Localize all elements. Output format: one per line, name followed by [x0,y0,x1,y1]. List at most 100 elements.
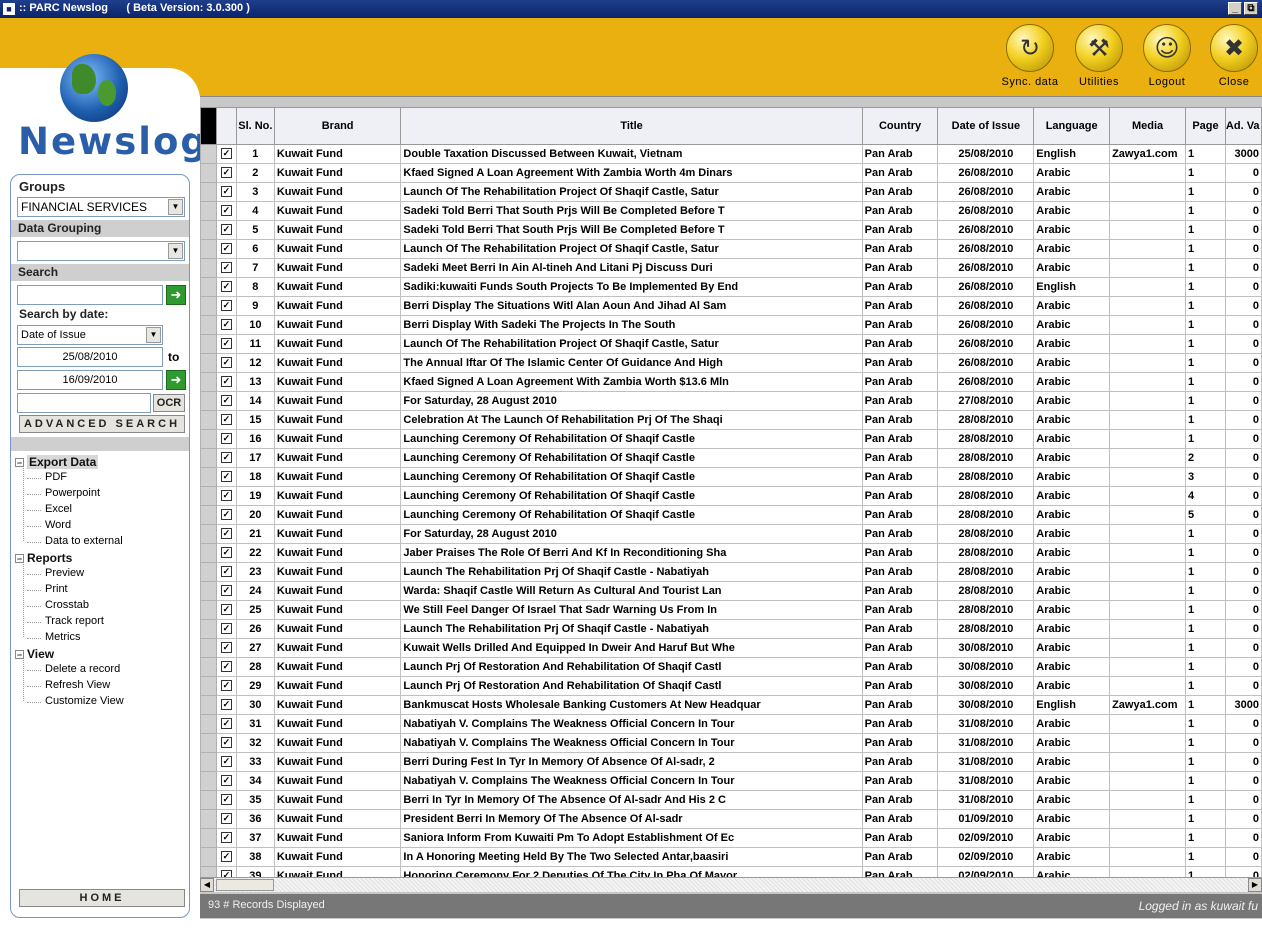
tree-item-crosstab[interactable]: Crosstab [26,599,89,611]
row-selector[interactable] [200,486,217,506]
table-row[interactable]: ✓ 25 Kuwait Fund We Still Feel Danger Of Is… [200,600,1262,620]
table-row[interactable]: ✓ 27 Kuwait Fund Kuwait Wells Drilled And E… [200,638,1262,658]
table-row[interactable]: ✓ 33 Kuwait Fund Berri During Fest In Tyr I… [200,752,1262,772]
row-checkbox[interactable]: ✓ [215,714,237,734]
tree-item-excel[interactable]: Excel [27,503,72,515]
table-row[interactable]: ✓ 12 Kuwait Fund The Annual Iftar Of The Is… [200,353,1262,373]
row-selector[interactable] [200,562,217,582]
row-selector[interactable] [200,771,217,791]
checkbox-checked-icon[interactable]: ✓ [220,281,232,293]
row-checkbox[interactable]: ✓ [215,163,237,183]
row-checkbox[interactable]: ✓ [215,467,237,487]
row-checkbox[interactable]: ✓ [215,182,237,202]
row-selector[interactable] [200,676,217,696]
table-row[interactable]: ✓ 11 Kuwait Fund Launch Of The Rehabilitati… [200,334,1262,354]
row-checkbox[interactable]: ✓ [215,315,237,335]
checkbox-checked-icon[interactable]: ✓ [220,262,232,274]
row-checkbox[interactable]: ✓ [215,334,237,354]
row-checkbox[interactable]: ✓ [215,600,237,620]
row-checkbox[interactable]: ✓ [215,638,237,658]
row-selector[interactable] [200,144,217,164]
date-search-arrow-icon[interactable]: ➜ [166,370,186,390]
row-selector[interactable] [200,581,217,601]
row-checkbox[interactable]: ✓ [215,296,237,316]
date-to-input[interactable]: 16/09/2010 [17,370,163,390]
checkbox-checked-icon[interactable]: ✓ [220,319,232,331]
collapse-icon[interactable]: − [15,458,24,468]
row-selector[interactable] [200,239,217,259]
checkbox-checked-icon[interactable]: ✓ [220,566,232,578]
checkbox-checked-icon[interactable]: ✓ [220,737,232,749]
sync-data-button[interactable]: ↻ Sync. data [997,24,1063,94]
advanced-search-button[interactable]: ADVANCED SEARCH [19,415,185,433]
row-selector[interactable] [200,201,217,221]
row-checkbox[interactable]: ✓ [215,752,237,772]
row-selector[interactable] [200,258,217,278]
row-selector[interactable] [200,182,217,202]
row-selector[interactable] [200,372,217,392]
checkbox-checked-icon[interactable]: ✓ [220,851,232,863]
row-checkbox[interactable]: ✓ [215,657,237,677]
checkbox-checked-icon[interactable]: ✓ [220,300,232,312]
date-from-input[interactable]: 25/08/2010 [17,347,163,367]
table-row[interactable]: ✓ 7 Kuwait Fund Sadeki Meet Berri In Ain Al… [200,258,1262,278]
row-selector[interactable] [200,277,217,297]
table-row[interactable]: ✓ 13 Kuwait Fund Kfaed Signed A Loan Agreem… [200,372,1262,392]
row-selector[interactable] [200,524,217,544]
row-checkbox[interactable]: ✓ [215,201,237,221]
row-selector[interactable] [200,752,217,772]
column-header-page[interactable]: Page [1185,107,1226,145]
tree-item-metrics[interactable]: Metrics [26,631,80,643]
row-checkbox[interactable]: ✓ [215,486,237,506]
horizontal-scrollbar[interactable]: ◀ ▶ [200,877,1262,892]
checkbox-checked-icon[interactable]: ✓ [220,775,232,787]
tree-node-reports[interactable]: − Reports [15,551,72,565]
row-checkbox[interactable]: ✓ [215,695,237,715]
table-row[interactable]: ✓ 36 Kuwait Fund President Berri In Memory … [200,809,1262,829]
tree-item-pdf[interactable]: PDF [27,471,67,483]
table-row[interactable]: ✓ 18 Kuwait Fund Launching Ceremony Of Reha… [200,467,1262,487]
checkbox-checked-icon[interactable]: ✓ [220,756,232,768]
checkbox-checked-icon[interactable]: ✓ [220,224,232,236]
table-row[interactable]: ✓ 35 Kuwait Fund Berri In Tyr In Memory Of … [200,790,1262,810]
table-row[interactable]: ✓ 2 Kuwait Fund Kfaed Signed A Loan Agreeme… [200,163,1262,183]
column-header-title[interactable]: Title [400,107,863,145]
table-row[interactable]: ✓ 10 Kuwait Fund Berri Display With Sadeki … [200,315,1262,335]
checkbox-checked-icon[interactable]: ✓ [220,547,232,559]
row-selector[interactable] [200,163,217,183]
row-checkbox[interactable]: ✓ [215,676,237,696]
row-selector[interactable] [200,847,217,867]
table-row[interactable]: ✓ 8 Kuwait Fund Sadiki:kuwaiti Funds South … [200,277,1262,297]
row-selector[interactable] [200,828,217,848]
utilities-button[interactable]: ⚒ Utilities [1066,24,1132,94]
checkbox-checked-icon[interactable]: ✓ [220,357,232,369]
checkbox-checked-icon[interactable]: ✓ [220,661,232,673]
row-checkbox[interactable]: ✓ [215,505,237,525]
checkbox-checked-icon[interactable]: ✓ [220,452,232,464]
row-selector[interactable] [200,714,217,734]
date-type-select[interactable]: Date of Issue ▼ [17,325,163,345]
table-row[interactable]: ✓ 15 Kuwait Fund Celebration At The Launch … [200,410,1262,430]
chevron-down-icon[interactable]: ▼ [168,243,183,259]
checkbox-checked-icon[interactable]: ✓ [220,509,232,521]
row-checkbox[interactable]: ✓ [215,144,237,164]
tree-node-export-data[interactable]: − Export Data [15,455,99,469]
table-row[interactable]: ✓ 21 Kuwait Fund For Saturday, 28 August 20… [200,524,1262,544]
collapse-icon[interactable]: − [15,650,24,660]
row-checkbox[interactable]: ✓ [215,733,237,753]
table-row[interactable]: ✓ 9 Kuwait Fund Berri Display The Situation… [200,296,1262,316]
checkbox-checked-icon[interactable]: ✓ [220,490,232,502]
table-row[interactable]: ✓ 24 Kuwait Fund Warda: Shaqif Castle Will … [200,581,1262,601]
column-header-slno[interactable]: Sl. No. [235,107,275,145]
row-selector[interactable] [200,619,217,639]
table-row[interactable]: ✓ 26 Kuwait Fund Launch The Rehabilitation … [200,619,1262,639]
column-header-date-of-issue[interactable]: Date of Issue [937,107,1035,145]
table-row[interactable]: ✓ 32 Kuwait Fund Nabatiyah V. Complains The… [200,733,1262,753]
row-checkbox[interactable]: ✓ [215,543,237,563]
tree-item-customize-view[interactable]: Customize View [27,695,124,707]
checkbox-checked-icon[interactable]: ✓ [220,395,232,407]
checkbox-checked-icon[interactable]: ✓ [220,471,232,483]
checkbox-checked-icon[interactable]: ✓ [220,680,232,692]
checkbox-checked-icon[interactable]: ✓ [220,528,232,540]
checkbox-checked-icon[interactable]: ✓ [220,433,232,445]
